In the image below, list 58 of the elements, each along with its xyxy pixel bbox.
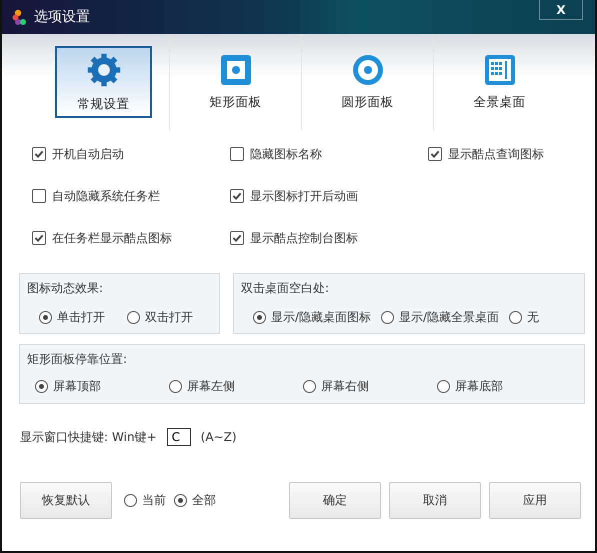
key-range-hint: (A~Z)	[200, 430, 237, 444]
settings-tab[interactable]: 常规设置	[55, 46, 152, 118]
checkbox[interactable]	[428, 147, 442, 161]
app-logo-icon	[12, 9, 28, 25]
dialog-button[interactable]: 取消	[389, 482, 481, 519]
radio-button[interactable]	[35, 380, 48, 393]
shortcut-label: 显示窗口快捷键:	[20, 428, 108, 446]
checkbox-option[interactable]: 显示酷点查询图标	[428, 145, 597, 163]
dialog-button[interactable]: 确定	[289, 482, 381, 519]
checkbox-option[interactable]: 自动隐藏系统任务栏	[32, 187, 230, 205]
radio-button[interactable]	[509, 311, 522, 324]
radio-button[interactable]	[253, 311, 266, 324]
radio-button[interactable]	[174, 494, 187, 507]
checkbox[interactable]	[32, 231, 46, 245]
close-button[interactable]: X	[539, 0, 583, 20]
radio-button[interactable]	[39, 311, 52, 324]
checkbox-option[interactable]: 显示图标打开后动画	[230, 187, 428, 205]
settings-tab[interactable]: 矩形面板	[187, 46, 284, 118]
dialog-button[interactable]: 应用	[489, 482, 581, 519]
checkbox[interactable]	[230, 231, 244, 245]
radio-option[interactable]: 当前	[124, 492, 166, 509]
hotkey-field[interactable]: C	[166, 428, 191, 446]
checkbox-option[interactable]: 在任务栏显示酷点图标	[32, 229, 230, 247]
radio-option[interactable]: 显示/隐藏桌面图标	[253, 309, 372, 326]
checkbox-option[interactable]: 隐藏图标名称	[230, 145, 428, 163]
checkbox[interactable]	[230, 147, 244, 161]
radio-option[interactable]: 双击打开	[127, 309, 193, 326]
group-title: 图标动态效果:	[27, 281, 104, 295]
radio-button[interactable]	[437, 380, 450, 393]
round-gear-icon	[352, 54, 384, 86]
checkbox[interactable]	[32, 189, 46, 203]
square-gear-icon	[220, 54, 252, 86]
checkbox[interactable]	[32, 147, 46, 161]
settings-tab[interactable]: 全景桌面	[451, 46, 548, 118]
radio-button[interactable]	[169, 380, 182, 393]
radio-option[interactable]: 屏幕右侧	[303, 378, 437, 395]
grid-panel-icon	[484, 54, 516, 86]
window-title: 选项设置	[34, 8, 90, 26]
gear-icon	[86, 52, 122, 88]
radio-option[interactable]: 全部	[174, 492, 216, 509]
radio-button[interactable]	[124, 494, 137, 507]
radio-button[interactable]	[127, 311, 140, 324]
restore-defaults-button[interactable]: 恢复默认	[20, 482, 112, 519]
group-title: 双击桌面空白处:	[241, 281, 330, 295]
group-title: 矩形面板停靠位置:	[27, 352, 128, 366]
radio-option[interactable]: 屏幕顶部	[35, 378, 169, 395]
radio-button[interactable]	[381, 311, 394, 324]
shortcut-prefix: Win键+	[112, 428, 157, 446]
radio-option[interactable]: 无	[509, 309, 540, 326]
checkbox[interactable]	[230, 189, 244, 203]
checkbox-option[interactable]: 开机自动启动	[32, 145, 230, 163]
radio-option[interactable]: 屏幕底部	[437, 378, 571, 395]
radio-button[interactable]	[303, 380, 316, 393]
radio-option[interactable]: 显示/隐藏全景桌面	[381, 309, 500, 326]
radio-option[interactable]: 单击打开	[39, 309, 105, 326]
checkbox-option[interactable]: 显示酷点控制台图标	[230, 229, 428, 247]
settings-tab[interactable]: 圆形面板	[319, 46, 416, 118]
radio-option[interactable]: 屏幕左侧	[169, 378, 303, 395]
